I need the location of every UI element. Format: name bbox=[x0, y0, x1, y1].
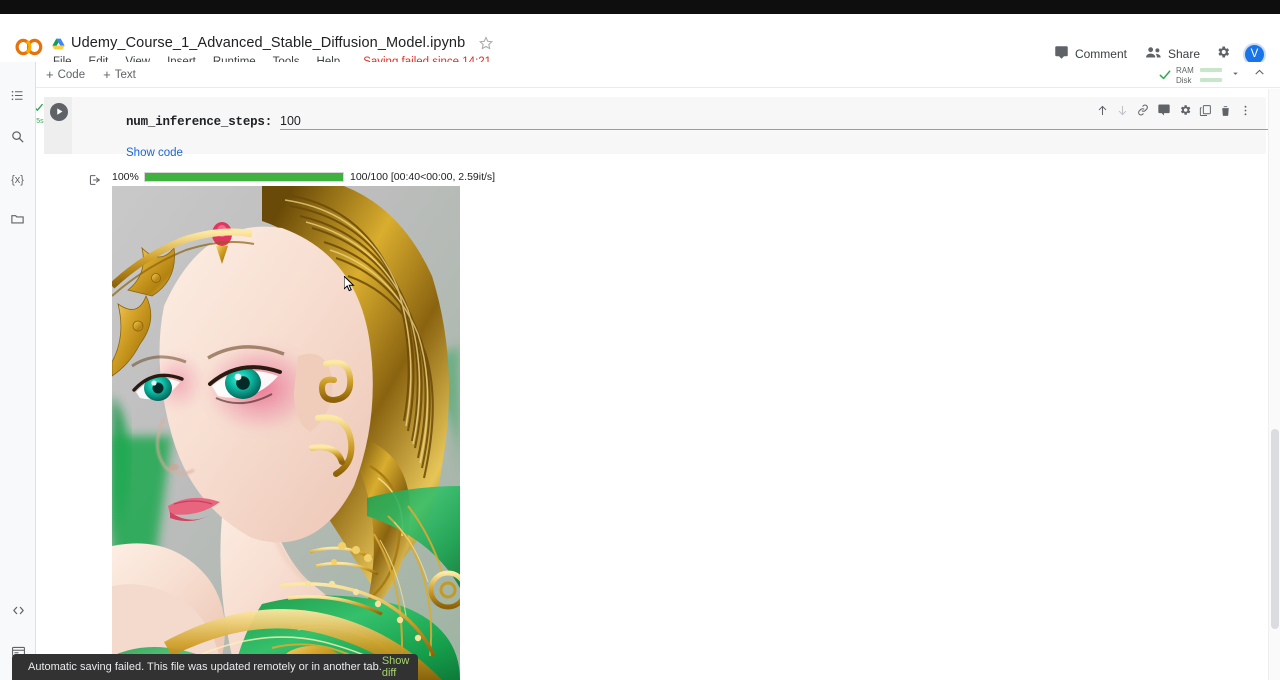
sidebar-item-table-of-contents[interactable] bbox=[1, 82, 35, 114]
list-icon bbox=[10, 88, 25, 108]
cell-settings-button[interactable] bbox=[1178, 103, 1192, 122]
cell-execution-status: 45s bbox=[36, 101, 48, 125]
add-code-label: Code bbox=[58, 69, 86, 81]
save-failed-toast: Automatic saving failed. This file was u… bbox=[12, 654, 418, 680]
share-label: Share bbox=[1168, 47, 1200, 61]
progress-bar-track bbox=[144, 172, 344, 182]
green-check-icon bbox=[1158, 68, 1172, 82]
folder-icon bbox=[10, 211, 25, 231]
play-icon bbox=[55, 103, 64, 121]
notebook-title-row[interactable]: Udemy_Course_1_Advanced_Stable_Diffusion… bbox=[52, 35, 493, 51]
colab-app: Udemy_Course_1_Advanced_Stable_Diffusion… bbox=[0, 14, 1280, 680]
progress-bar-fill bbox=[145, 173, 343, 181]
browser-chrome-bar bbox=[0, 0, 1280, 14]
vertical-scrollbar-track[interactable] bbox=[1268, 89, 1280, 680]
add-cell-group: + Code + Text bbox=[40, 66, 142, 83]
sidebar-item-variables[interactable]: {x} bbox=[1, 164, 35, 196]
add-comment-button[interactable] bbox=[1157, 103, 1171, 122]
plus-icon: + bbox=[46, 68, 54, 81]
app-header: Udemy_Course_1_Advanced_Stable_Diffusion… bbox=[0, 14, 1280, 62]
ram-label: RAM bbox=[1176, 66, 1196, 75]
cell-execution-time: 45s bbox=[36, 118, 44, 125]
disk-label: Disk bbox=[1176, 76, 1196, 85]
disk-bar bbox=[1200, 78, 1222, 82]
collapse-toolbar-button[interactable] bbox=[1248, 64, 1270, 86]
runtime-status-group: RAM Disk bbox=[1158, 64, 1270, 86]
ram-bar bbox=[1200, 68, 1222, 72]
cell-action-toolbar bbox=[1096, 103, 1252, 122]
copy-cell-button[interactable] bbox=[1199, 104, 1212, 122]
show-code-link[interactable]: Show code bbox=[126, 147, 183, 159]
more-cell-actions-button[interactable] bbox=[1239, 104, 1252, 122]
progress-percent-label: 100% bbox=[112, 171, 142, 183]
star-icon[interactable] bbox=[479, 36, 493, 50]
disk-line: Disk bbox=[1176, 76, 1222, 85]
sidebar-top-group: {x} bbox=[1, 82, 35, 237]
page-title: Udemy_Course_1_Advanced_Stable_Diffusion… bbox=[71, 35, 465, 51]
tqdm-progress-bar: 100% 100/100 [00:40<00:00, 2.59it/s] bbox=[112, 171, 495, 183]
toast-message: Automatic saving failed. This file was u… bbox=[28, 661, 382, 673]
notebook-body: 45s num_inference_steps: bbox=[36, 89, 1280, 680]
vertical-scrollbar-thumb[interactable] bbox=[1271, 429, 1279, 629]
resource-usage-indicator[interactable]: RAM Disk bbox=[1176, 66, 1222, 85]
ram-line: RAM bbox=[1176, 66, 1222, 75]
add-code-cell-button[interactable]: + Code bbox=[40, 66, 91, 83]
sidebar-item-find-and-replace[interactable] bbox=[1, 123, 35, 155]
green-check-icon bbox=[36, 101, 44, 117]
sidebar-item-code-snippets[interactable] bbox=[1, 597, 35, 629]
comment-label: Comment bbox=[1075, 47, 1127, 61]
output-arrow-icon bbox=[88, 173, 102, 187]
chevron-down-icon bbox=[1230, 66, 1241, 84]
delete-cell-button[interactable] bbox=[1219, 104, 1232, 122]
chevron-up-icon bbox=[1253, 66, 1266, 84]
move-cell-down-button[interactable] bbox=[1116, 104, 1129, 122]
add-text-label: Text bbox=[115, 69, 136, 81]
progress-meta-text: 100/100 [00:40<00:00, 2.59it/s] bbox=[350, 171, 495, 183]
notebook-toolbar: + Code + Text RAM Disk bbox=[0, 62, 1280, 88]
link-to-cell-button[interactable] bbox=[1136, 103, 1150, 122]
resource-dropdown-button[interactable] bbox=[1224, 64, 1246, 86]
search-icon bbox=[10, 129, 25, 149]
left-sidebar: {x} bbox=[0, 62, 36, 680]
comment-icon bbox=[1054, 45, 1069, 63]
share-people-icon bbox=[1145, 45, 1162, 63]
sidebar-item-files[interactable] bbox=[1, 205, 35, 237]
move-cell-up-button[interactable] bbox=[1096, 104, 1109, 122]
form-field-label: num_inference_steps: bbox=[126, 115, 272, 129]
add-text-cell-button[interactable]: + Text bbox=[97, 66, 142, 83]
generated-image-output bbox=[112, 186, 460, 680]
run-cell-button[interactable] bbox=[50, 103, 68, 121]
plus-icon: + bbox=[103, 68, 111, 81]
code-brackets-icon bbox=[11, 603, 26, 623]
show-diff-link[interactable]: Show diff bbox=[382, 655, 410, 679]
colab-logo[interactable] bbox=[14, 38, 44, 56]
variables-icon: {x} bbox=[11, 174, 24, 186]
drive-icon bbox=[52, 37, 65, 49]
